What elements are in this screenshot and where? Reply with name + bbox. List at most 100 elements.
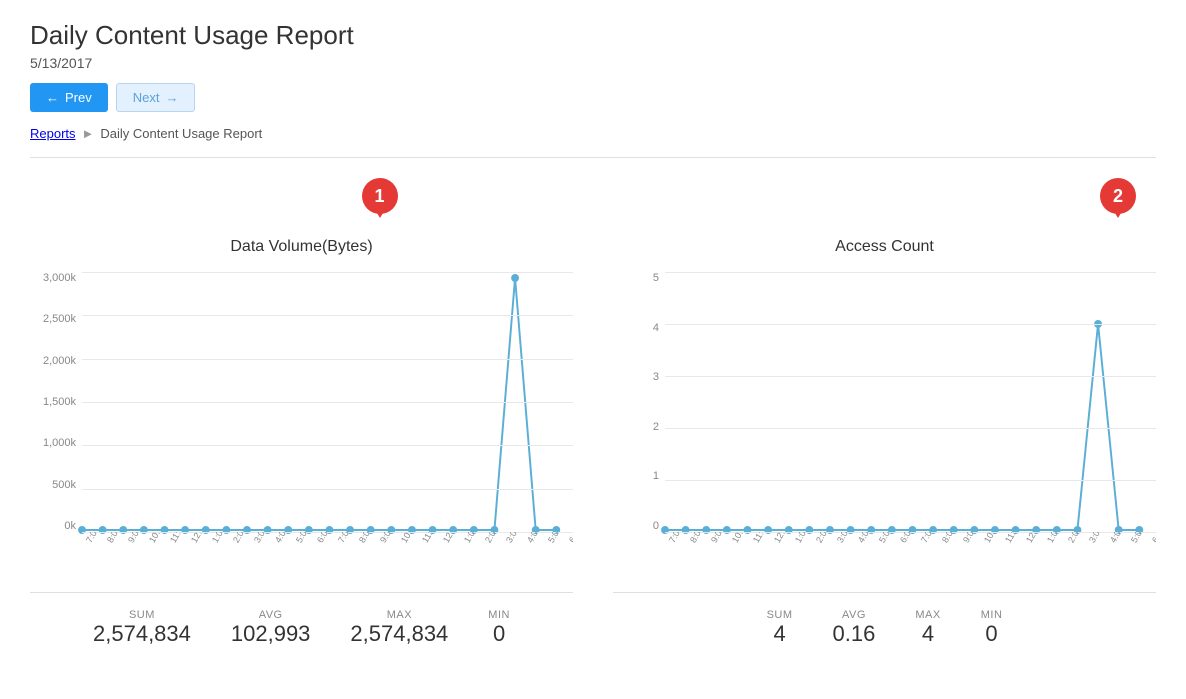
chart2-stats: SUM 4 AVG 0.16 MAX 4 MIN 0 [613, 592, 1156, 647]
chart1-y6: 3,000k [43, 272, 76, 284]
chart1-avg-value: 102,993 [231, 621, 311, 647]
chart2-x19: 2:00 PM [1066, 533, 1079, 545]
chart-access-count: 2 Access Count 5 4 3 2 1 0 [613, 178, 1156, 647]
chart1-x18: 1:00 PM [462, 533, 475, 545]
chart1-sum-value: 2,574,834 [93, 621, 191, 647]
chart2-x3: 10:00 PM [730, 533, 743, 545]
chart2-max: MAX 4 [915, 609, 940, 647]
chart2-inner [665, 272, 1156, 532]
chart2-min-value: 0 [981, 621, 1003, 647]
chart1-min-value: 0 [488, 621, 510, 647]
chart1-y5: 2,500k [43, 313, 76, 325]
divider [30, 157, 1156, 158]
chart1-max: MAX 2,574,834 [350, 609, 448, 647]
chart1-title: Data Volume(Bytes) [30, 238, 573, 256]
chart1-x10: 5:00 AM [294, 533, 307, 545]
chart2-x20: 3:00 PM [1087, 533, 1100, 545]
chart2-x8: 3:00 AM [835, 533, 848, 545]
arrow-left-icon: ← [46, 90, 59, 105]
chart2-x14: 9:00 AM [961, 533, 974, 545]
breadcrumb-parent[interactable]: Reports [30, 126, 76, 141]
chart1-y0: 0k [64, 520, 76, 532]
charts-container: 1 Data Volume(Bytes) 3,000k 2,500k 2,000… [30, 178, 1156, 647]
chart2-x21: 4:00 PM [1108, 533, 1121, 545]
report-date: 5/13/2017 [30, 55, 1156, 71]
next-label: Next [133, 90, 160, 105]
chart2-x-axis: 7:00 PM 8:00 PM 9:00 PM 10:00 PM 11:00 P… [665, 532, 1156, 572]
chart2-x17: 12:00 PM [1024, 533, 1037, 545]
chart2-x22: 5:00 PM [1129, 533, 1142, 545]
breadcrumb-separator: ► [82, 126, 95, 141]
chart2-x12: 7:00 AM [919, 533, 932, 545]
chart2-x6: 1:00 AM [793, 533, 806, 545]
chart1-x23: 6:00 PM [567, 533, 573, 545]
chart2-y4: 4 [653, 322, 659, 334]
chart2-sum: SUM 4 [767, 609, 793, 647]
chart1-x4: 11:00 PM [168, 533, 181, 545]
chart1-x17: 12:00 PM [441, 533, 454, 545]
chart2-y3: 3 [653, 371, 659, 383]
chart2-avg: AVG 0.16 [833, 609, 876, 647]
chart2-x5: 12:00 AM [772, 533, 785, 545]
chart1-x-axis: 7:00 PM 8:00 PM 9:00 PM 10:00 PM 11:00 P… [82, 532, 573, 572]
chart2-avg-value: 0.16 [833, 621, 876, 647]
chart1-y4: 2,000k [43, 355, 76, 367]
chart2-x0: 7:00 PM [667, 533, 680, 545]
chart2-y2: 2 [653, 421, 659, 433]
chart2-title: Access Count [613, 238, 1156, 256]
chart2-x11: 6:00 AM [898, 533, 911, 545]
chart1-y3: 1,500k [43, 396, 76, 408]
chart2-max-label: MAX [915, 609, 940, 621]
chart2-x9: 4:00 AM [856, 533, 869, 545]
chart1-x6: 1:00 AM [210, 533, 223, 545]
chart1-x11: 6:00 AM [315, 533, 328, 545]
chart1-x2: 9:00 PM [126, 533, 139, 545]
chart1-area: 3,000k 2,500k 2,000k 1,500k 1,000k 500k … [30, 272, 573, 572]
chart1-x9: 4:00 AM [273, 533, 286, 545]
chart2-min: MIN 0 [981, 609, 1003, 647]
chart2-x23: 6:00 PM [1150, 533, 1156, 545]
chart2-max-value: 4 [915, 621, 940, 647]
arrow-right-icon: → [165, 90, 178, 105]
chart2-y0: 0 [653, 520, 659, 532]
chart2-x4: 11:00 PM [751, 533, 764, 545]
chart1-x3: 10:00 PM [147, 533, 160, 545]
chart1-min: MIN 0 [488, 609, 510, 647]
chart2-min-label: MIN [981, 609, 1003, 621]
chart1-x12: 7:00 AM [336, 533, 349, 545]
chart2-x10: 5:00 AM [877, 533, 890, 545]
chart1-x16: 11:00 AM [420, 533, 433, 545]
nav-buttons: ← Prev Next → [30, 83, 1156, 112]
chart1-min-label: MIN [488, 609, 510, 621]
breadcrumb-current: Daily Content Usage Report [100, 126, 262, 141]
prev-label: Prev [65, 90, 92, 105]
chart2-x7: 2:00 AM [814, 533, 827, 545]
chart1-inner [82, 272, 573, 532]
chart2-y-axis: 5 4 3 2 1 0 [613, 272, 665, 532]
chart1-x0: 7:00 PM [84, 533, 97, 545]
prev-button[interactable]: ← Prev [30, 83, 108, 112]
chart1-x1: 8:00 PM [105, 533, 118, 545]
chart2-area: 5 4 3 2 1 0 [613, 272, 1156, 572]
chart1-x8: 3:00 AM [252, 533, 265, 545]
chart1-max-label: MAX [350, 609, 448, 621]
chart1-sum-label: SUM [93, 609, 191, 621]
chart1-x13: 8:00 AM [357, 533, 370, 545]
chart2-svg [665, 272, 1156, 532]
chart1-y1: 500k [52, 479, 76, 491]
chart1-x22: 5:00 PM [546, 533, 559, 545]
chart2-tooltip-bubble: 2 [1100, 178, 1136, 214]
chart1-x20: 3:00 PM [504, 533, 517, 545]
chart2-sum-label: SUM [767, 609, 793, 621]
chart-data-volume: 1 Data Volume(Bytes) 3,000k 2,500k 2,000… [30, 178, 573, 647]
chart1-x21: 4:00 PM [525, 533, 538, 545]
chart2-x18: 1:00 PM [1045, 533, 1058, 545]
chart1-y2: 1,000k [43, 437, 76, 449]
chart1-x15: 10:00 AM [399, 533, 412, 545]
chart1-x7: 2:00 AM [231, 533, 244, 545]
chart1-avg-label: AVG [231, 609, 311, 621]
chart2-y1: 1 [653, 470, 659, 482]
chart2-sum-value: 4 [767, 621, 793, 647]
next-button[interactable]: Next → [116, 83, 196, 112]
chart1-x5: 12:00 AM [189, 533, 202, 545]
